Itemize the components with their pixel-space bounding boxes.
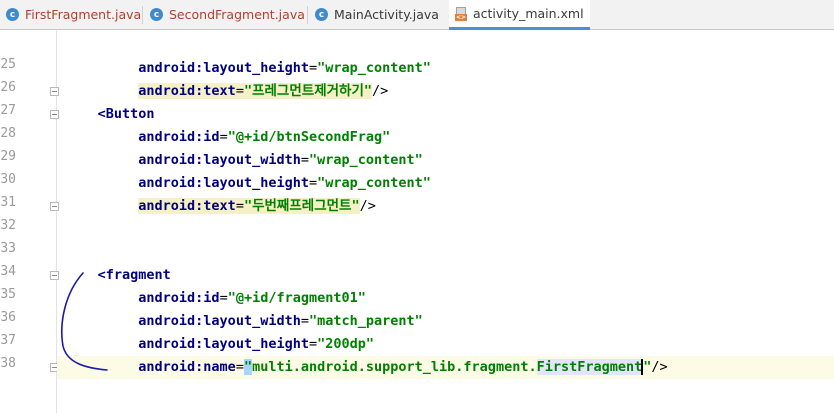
xml-file-icon: <>	[455, 6, 467, 21]
code-line: android:text="프레그먼트제거하기"/>	[138, 83, 389, 99]
code-editor[interactable]: android:layout_height="wrap_content" and…	[57, 30, 834, 413]
code-line: android:layout_width="match_parent"	[138, 313, 423, 329]
line-number-gutter[interactable]: 25 26 27 28 29 30 31 32 33 34 35 36 37 3…	[0, 30, 59, 413]
line-number: 37	[0, 333, 16, 348]
line-number: 31	[0, 195, 16, 210]
line-number: 30	[0, 172, 16, 187]
code-line: <Button	[97, 106, 155, 122]
code-line: android:layout_height="wrap_content"	[138, 175, 431, 191]
tab-separator	[142, 6, 143, 24]
java-class-icon: c	[150, 8, 163, 21]
code-line: android:layout_height="wrap_content"	[138, 60, 431, 76]
tab-mainactivity[interactable]: c MainActivity.java	[309, 0, 447, 29]
line-number: 38	[0, 356, 16, 371]
line-number: 33	[0, 241, 16, 256]
tab-label: MainActivity.java	[334, 7, 439, 22]
tab-secondfragment[interactable]: c SecondFragment.java	[144, 0, 306, 29]
editor-tab-bar: c FirstFragment.java c SecondFragment.ja…	[0, 0, 834, 30]
tab-label: FirstFragment.java	[25, 7, 142, 22]
line-number: 34	[0, 264, 16, 279]
line-number: 32	[0, 218, 16, 233]
tab-activity-main-xml[interactable]: <> activity_main.xml	[449, 0, 590, 30]
line-number: 36	[0, 310, 16, 325]
line-number: 27	[0, 103, 16, 118]
line-number: 25	[0, 57, 16, 72]
code-line: android:layout_height="200dp"	[138, 336, 375, 352]
code-line: android:text="두번째프레그먼트"/>	[138, 198, 376, 214]
code-line: <fragment	[97, 267, 171, 283]
tab-label: SecondFragment.java	[169, 7, 305, 22]
hand-drawn-annotation	[61, 272, 108, 371]
line-number: 28	[0, 126, 16, 141]
line-number: 35	[0, 287, 16, 302]
code-line: android:layout_width="wrap_content"	[138, 152, 423, 168]
java-class-icon: c	[6, 8, 19, 21]
tab-label: activity_main.xml	[473, 6, 584, 21]
line-number: 26	[0, 80, 16, 95]
line-number: 29	[0, 149, 16, 164]
code-line: android:id="@+id/btnSecondFrag"	[138, 129, 391, 145]
tab-firstfragment[interactable]: c FirstFragment.java	[0, 0, 142, 29]
code-line: android:id="@+id/fragment01"	[138, 290, 366, 306]
tab-separator	[307, 6, 308, 24]
java-class-icon: c	[315, 8, 328, 21]
code-line-current: android:name="multi.android.support_lib.…	[57, 356, 834, 379]
